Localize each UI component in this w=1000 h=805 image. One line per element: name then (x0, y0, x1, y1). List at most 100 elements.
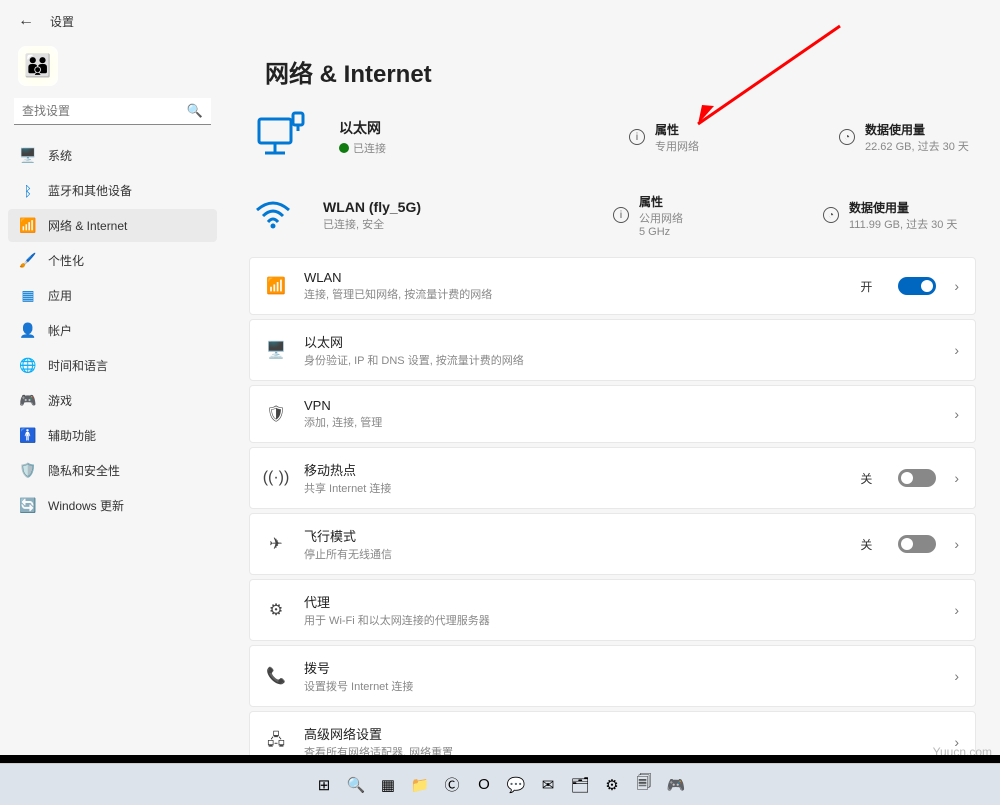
wlan-status-block: WLAN (fly_5G) 已连接, 安全 i 属性 公用网络 5 GHz ◔ … (249, 179, 976, 257)
wlan-icon: 📶 (266, 276, 286, 296)
nav-label: 辅助功能 (48, 427, 96, 444)
card-airplane[interactable]: ✈ 飞行模式停止所有无线通信 关› (249, 513, 976, 575)
wlan-usage-sub: 111.99 GB, 过去 30 天 (849, 216, 957, 232)
chevron-right-icon: › (954, 406, 959, 422)
chart-icon: ◔ (823, 207, 839, 223)
taskbar-item-2[interactable]: ▦ (375, 772, 401, 798)
taskbar: ⊞🔍▦📁ⒸO💬✉🗂⚙🗐🎮 (0, 763, 1000, 805)
sidebar-item-4[interactable]: ▦应用 (8, 279, 217, 312)
connected-dot-icon (339, 143, 349, 153)
taskbar-item-4[interactable]: Ⓒ (439, 772, 465, 798)
vpn-icon: 🛡 (266, 404, 286, 424)
ethernet-usage-link[interactable]: ◔ 数据使用量 22.62 GB, 过去 30 天 (839, 121, 989, 154)
chevron-right-icon: › (954, 342, 959, 358)
taskbar-item-7[interactable]: ✉ (535, 772, 561, 798)
card-title: 以太网 (304, 332, 936, 351)
card-sub: 添加, 连接, 管理 (304, 414, 936, 430)
sidebar-item-5[interactable]: 👤帐户 (8, 314, 217, 347)
avatar[interactable]: 👪 (18, 46, 58, 86)
back-button[interactable]: ← (18, 12, 34, 30)
taskbar-item-9[interactable]: ⚙ (599, 772, 625, 798)
card-hotspot[interactable]: ((·)) 移动热点共享 Internet 连接 关› (249, 447, 976, 509)
chevron-right-icon: › (954, 470, 959, 486)
sidebar: 👪 🔍 🖥️ 系统 ᛒ蓝牙和其他设备 📶 网络 & Internet 🖌️个性化▦应用👤帐… (0, 36, 225, 761)
toggle-wlan[interactable] (898, 277, 936, 295)
nav-label: 隐私和安全性 (48, 462, 120, 479)
card-title: VPN (304, 398, 936, 413)
card-title: WLAN (304, 270, 842, 285)
card-title: 高级网络设置 (304, 724, 936, 743)
nav-label: 网络 & Internet (48, 217, 127, 234)
taskbar-item-11[interactable]: 🎮 (663, 772, 689, 798)
ethernet-usage-label: 数据使用量 (865, 121, 969, 138)
nav-icon: 🖌️ (20, 253, 36, 269)
taskbar-item-1[interactable]: 🔍 (343, 772, 369, 798)
chevron-right-icon: › (954, 602, 959, 618)
sidebar-item-1[interactable]: ᛒ蓝牙和其他设备 (8, 174, 217, 207)
card-dialup[interactable]: 📞 拨号设置拨号 Internet 连接 › (249, 645, 976, 707)
chevron-right-icon: › (954, 278, 959, 294)
toggle-label: 关 (860, 536, 872, 553)
ethernet-status: 已连接 (353, 140, 386, 156)
sidebar-item-10[interactable]: 🔄 Windows 更新 (8, 489, 217, 522)
taskbar-item-3[interactable]: 📁 (407, 772, 433, 798)
nav-label: 游戏 (48, 392, 72, 409)
card-sub: 设置拨号 Internet 连接 (304, 678, 936, 694)
ethernet-icon (253, 109, 309, 165)
card-title: 代理 (304, 592, 936, 611)
search-input[interactable] (14, 98, 211, 125)
taskbar-item-10[interactable]: 🗐 (631, 772, 657, 798)
card-wlan[interactable]: 📶 WLAN连接, 管理已知网络, 按流量计费的网络 开› (249, 257, 976, 315)
card-sub: 停止所有无线通信 (304, 546, 842, 562)
nav-label: 蓝牙和其他设备 (48, 182, 132, 199)
card-ethernet[interactable]: 🖥️ 以太网身份验证, IP 和 DNS 设置, 按流量计费的网络 › (249, 319, 976, 381)
ethernet-prop-sub: 专用网络 (655, 138, 699, 154)
wlan-title: WLAN (fly_5G) (323, 199, 583, 215)
chevron-right-icon: › (954, 668, 959, 684)
sidebar-item-6[interactable]: 🌐 时间和语言 (8, 349, 217, 382)
card-title: 飞行模式 (304, 526, 842, 545)
sidebar-item-8[interactable]: 🚹 辅助功能 (8, 419, 217, 452)
app-title: 设置 (50, 13, 74, 30)
ethernet-status-block: 以太网 已连接 i 属性 专用网络 ◔ 数据使用量 22.62 GB, 过去 3… (249, 101, 976, 179)
nav-icon: 🌐 (20, 358, 36, 374)
nav-label: Windows 更新 (48, 497, 124, 514)
taskbar-item-6[interactable]: 💬 (503, 772, 529, 798)
taskbar-item-5[interactable]: O (471, 772, 497, 798)
card-title: 拨号 (304, 658, 936, 677)
wlan-properties-link[interactable]: i 属性 公用网络 5 GHz (613, 193, 793, 238)
nav-label: 应用 (48, 287, 72, 304)
card-sub: 身份验证, IP 和 DNS 设置, 按流量计费的网络 (304, 352, 936, 368)
nav-icon: 🚹 (20, 428, 36, 444)
advanced-icon: 🖧 (266, 729, 286, 756)
nav-icon: 🖥️ (20, 148, 36, 164)
wlan-status: 已连接, 安全 (323, 216, 583, 232)
wlan-usage-link[interactable]: ◔ 数据使用量 111.99 GB, 过去 30 天 (823, 199, 973, 232)
toggle-hotspot[interactable] (898, 469, 936, 487)
card-sub: 连接, 管理已知网络, 按流量计费的网络 (304, 286, 842, 302)
card-proxy[interactable]: ⚙ 代理用于 Wi-Fi 和以太网连接的代理服务器 › (249, 579, 976, 641)
sidebar-item-9[interactable]: 🛡️隐私和安全性 (8, 454, 217, 487)
search-icon[interactable]: 🔍 (187, 103, 203, 119)
taskbar-item-8[interactable]: 🗂 (567, 772, 593, 798)
toggle-airplane[interactable] (898, 535, 936, 553)
card-vpn[interactable]: 🛡 VPN添加, 连接, 管理 › (249, 385, 976, 443)
wlan-prop-sub: 公用网络 (639, 210, 683, 226)
sidebar-item-7[interactable]: 🎮游戏 (8, 384, 217, 417)
nav-icon: 📶 (20, 218, 36, 234)
sidebar-item-3[interactable]: 🖌️个性化 (8, 244, 217, 277)
content-area: 网络 & Internet 以太网 已连接 i 属性 专用网络 ◔ 数据使用量 (225, 36, 1000, 761)
info-icon: i (629, 129, 645, 145)
card-advanced[interactable]: 🖧 高级网络设置查看所有网络适配器, 网络重置 › (249, 711, 976, 761)
page-title: 网络 & Internet (265, 54, 976, 89)
info-icon: i (613, 207, 629, 223)
sidebar-item-2[interactable]: 📶 网络 & Internet (8, 209, 217, 242)
ethernet-properties-link[interactable]: i 属性 专用网络 (629, 121, 809, 154)
nav-icon: 🔄 (20, 498, 36, 514)
toggle-label: 关 (860, 470, 872, 487)
taskbar-item-0[interactable]: ⊞ (311, 772, 337, 798)
nav-label: 时间和语言 (48, 357, 108, 374)
sidebar-item-0[interactable]: 🖥️ 系统 (8, 139, 217, 172)
ethernet-usage-sub: 22.62 GB, 过去 30 天 (865, 138, 969, 154)
nav-label: 系统 (48, 147, 72, 164)
